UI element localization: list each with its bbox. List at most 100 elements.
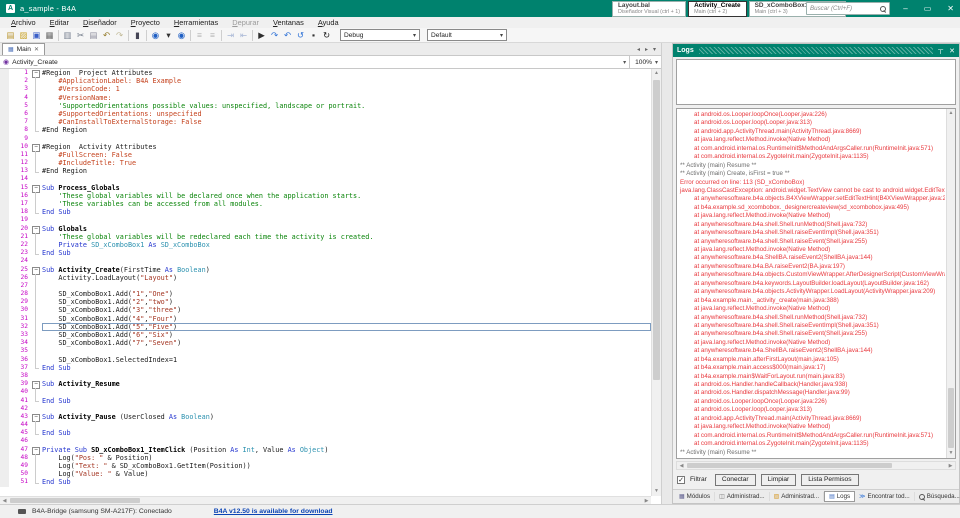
breakpoint-gutter[interactable] [0,470,9,479]
menu-editar[interactable]: Editar [43,18,76,27]
menu-archivo[interactable]: Archivo [4,18,43,27]
code-line[interactable]: 29 SD_xComboBox1.Add("2","two") [0,298,651,307]
code-line[interactable]: 48 Log("Pos: " & Position) [0,453,651,463]
scroll-down-icon[interactable]: ▼ [947,449,955,458]
breakpoint-gutter[interactable] [0,388,9,397]
code-text[interactable]: #VersionCode: 1 [42,85,651,93]
fold-toggle-icon[interactable] [31,446,42,455]
breakpoint-gutter[interactable] [0,85,9,94]
breakpoint-gutter[interactable] [0,322,9,331]
tool-tab-encontrar-tod-[interactable]: ≫ Encontrar tod... [855,492,915,501]
code-text[interactable]: 'These global variables will be declared… [42,192,651,200]
code-line[interactable]: 27 [0,281,651,291]
breakpoint-gutter[interactable] [0,421,9,430]
code-line[interactable]: 47 Private Sub SD_xComboBox1_ItemClick (P… [0,445,651,455]
panel-drag-handle[interactable] [698,47,934,54]
breakpoint-gutter[interactable] [0,232,9,241]
breakpoint-gutter[interactable] [0,412,9,422]
editor-vertical-scrollbar[interactable]: ▲ ▼ [651,69,661,496]
fold-toggle-icon[interactable] [31,225,42,234]
code-line[interactable]: 18 End Sub [0,208,651,217]
compile-icon[interactable]: ◉ [149,29,162,42]
code-text[interactable]: SD_xComboBox1.Add("6","Six") [42,331,651,339]
code-line[interactable]: 34 SD_xComboBox1.Add("7","Seven") [0,339,651,348]
code-line[interactable]: 32 SD_xComboBox1.Add("5","Five") [0,322,651,332]
code-line[interactable]: 37 End Sub [0,363,651,372]
search-icon[interactable] [880,5,886,12]
code-text[interactable]: Log("Text: " & SD_xComboBox1.GetItem(Pos… [42,462,651,470]
scroll-down-icon[interactable]: ▼ [652,487,661,496]
breakpoint-gutter[interactable] [0,478,9,487]
code-line[interactable]: 9 [0,134,651,143]
tab-scroll-left-icon[interactable]: ◂ [637,46,640,53]
outdent-icon[interactable]: ⇤ [237,29,250,42]
step-over-icon[interactable]: ↷ [268,29,281,42]
code-line[interactable]: 46 [0,437,651,446]
breakpoint-gutter[interactable] [0,437,9,446]
limpiar-button[interactable]: Limpiar [760,473,797,486]
scrollbar-thumb[interactable] [10,498,140,503]
copy-icon[interactable]: ▥ [61,29,74,42]
fold-toggle-icon[interactable] [31,184,42,193]
breakpoint-gutter[interactable] [0,191,9,200]
editor-horizontal-scrollbar[interactable]: ◀ ▶ [0,496,651,504]
breakpoint-gutter[interactable] [0,159,9,168]
code-text[interactable] [42,388,651,396]
breakpoint-gutter[interactable] [0,355,9,364]
code-line[interactable]: 38 [0,371,651,381]
code-line[interactable]: 41 End Sub [0,396,651,405]
breakpoint-gutter[interactable] [0,69,9,78]
breakpoint-gutter[interactable] [0,142,9,151]
breakpoint-gutter[interactable] [0,265,9,274]
breakpoint-gutter[interactable] [0,298,9,307]
breakpoint-gutter[interactable] [0,93,9,102]
breakpoint-gutter[interactable] [0,77,9,86]
libraries-icon[interactable]: ≡ [206,29,219,42]
tool-tab-logs[interactable]: ▤ Logs [824,491,856,502]
code-text[interactable]: End Sub [42,397,651,405]
scrollbar-thumb[interactable] [687,463,892,468]
cut-icon[interactable]: ✂ [74,29,87,42]
menu-herramientas[interactable]: Herramientas [167,18,225,27]
code-text[interactable]: End Sub [42,208,651,216]
code-line[interactable]: 14 [0,175,651,184]
code-line[interactable]: 4 #VersionName: [0,93,651,102]
code-text[interactable]: Log("Pos: " & Position) [42,454,651,462]
scroll-up-icon[interactable]: ▲ [947,109,955,118]
breakpoint-gutter[interactable] [0,453,9,462]
code-line[interactable]: 10 #Region Activity Attributes [0,142,651,152]
code-text[interactable] [42,405,651,413]
code-line[interactable]: 2 #ApplicationLabel: B4A Example [0,77,651,86]
code-line[interactable]: 31 SD_xComboBox1.Add("4","Four") [0,314,651,324]
tab-main[interactable]: ▦ Main ✕ [2,43,45,55]
logs-panel-header[interactable]: Logs ┬ ✕ [673,44,959,57]
restart-icon[interactable]: ↻ [320,29,333,42]
code-line[interactable]: 6 #SupportedOrientations: unspecified [0,109,651,119]
code-text[interactable]: SD_xComboBox1.SelectedIndex=1 [42,356,651,364]
new-file-icon[interactable]: ▤ [4,29,17,42]
code-text[interactable] [42,135,651,143]
breakpoint-gutter[interactable] [0,331,9,340]
code-line[interactable]: 44 [0,421,651,430]
code-text[interactable]: #SupportedOrientations: unspecified [42,110,651,118]
code-text[interactable]: Sub Activity_Resume [42,380,651,388]
filter-checkbox[interactable]: ✓ [677,475,685,484]
breakpoint-gutter[interactable] [0,273,9,282]
code-text[interactable]: Sub Process_Globals [42,184,651,192]
run-icon[interactable]: ◉ [175,29,188,42]
menu-ayuda[interactable]: Ayuda [311,18,346,27]
code-line[interactable]: 25 Sub Activity_Create(FirstTime As Boole… [0,265,651,275]
breakpoint-gutter[interactable] [0,290,9,299]
undo-icon[interactable]: ↶ [100,29,113,42]
code-area[interactable]: 1#Region Project Attributes2 #Applicatio… [0,69,651,496]
code-text[interactable] [42,347,651,355]
breakpoint-gutter[interactable] [0,183,9,192]
breakpoint-gutter[interactable] [0,175,9,184]
code-text[interactable]: Activity.LoadLayout("Layout") [42,274,651,282]
code-text[interactable]: 'These global variables will be redeclar… [42,233,651,241]
save-icon[interactable]: ▣ [30,29,43,42]
code-text[interactable]: #End Region [42,167,651,175]
tab-list-icon[interactable]: ▾ [653,46,656,53]
maximize-button[interactable]: ▭ [924,4,932,13]
code-text[interactable]: End Sub [42,364,651,372]
